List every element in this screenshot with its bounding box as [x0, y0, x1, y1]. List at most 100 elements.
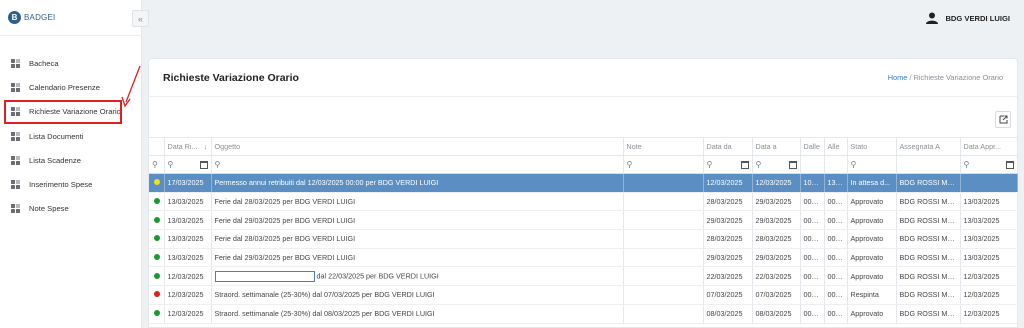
cell-data-richiesta: 13/03/2025	[164, 210, 212, 231]
user-icon[interactable]	[926, 12, 939, 24]
cell-oggetto: Straord. settimanale (25-30%) dal 08/03/…	[211, 304, 624, 324]
table-row[interactable]: 17/03/2025 Permesso annui retribuiti dal …	[149, 173, 1018, 193]
status-cell	[149, 266, 165, 287]
cell-data-da: 22/03/2025	[703, 266, 753, 287]
filter-data-richiesta[interactable]: ⚲	[164, 155, 212, 174]
logo-icon: B	[8, 11, 21, 24]
cell-data-da: 08/03/2025	[703, 304, 753, 324]
column-header-label: Alle	[827, 142, 840, 151]
column-header[interactable]: Data Appr...	[960, 137, 1018, 156]
filter-cell: ⚲	[149, 155, 165, 174]
cell-text: 29/03/2025	[755, 197, 792, 207]
filter-alle[interactable]	[824, 155, 848, 174]
filter-stato[interactable]: ⚲	[847, 155, 897, 174]
cell-alle: 00:00	[824, 192, 848, 212]
topbar: BDG VERDI LUIGI	[143, 0, 1024, 36]
cell-oggetto: dal 22/03/2025 per BDG VERDI LUIGI	[211, 266, 624, 287]
status-cell	[149, 173, 165, 193]
cell-text: Approvato	[850, 197, 884, 207]
brand[interactable]: B BADGEI	[0, 0, 141, 36]
cell-text: 00:00	[827, 197, 846, 207]
grid-icon	[11, 82, 21, 92]
sidebar-item-lista-documenti[interactable]: Lista Documenti	[0, 124, 141, 148]
cell-data-appr	[960, 173, 1018, 193]
sidebar-item-note-spese[interactable]: Note Spese	[0, 197, 141, 221]
cell-data-a: 22/03/2025	[752, 266, 801, 287]
status-cell	[149, 229, 165, 249]
calendar-icon[interactable]	[1005, 160, 1014, 169]
calendar-icon[interactable]	[788, 160, 797, 169]
filter-data-da[interactable]: ⚲	[703, 155, 753, 174]
export-icon	[999, 115, 1007, 124]
column-header-label: Assegnata A	[899, 142, 940, 151]
column-header-label: Note	[626, 142, 642, 151]
sort-icon[interactable]: ↓	[203, 142, 207, 151]
cell-text: 28/03/2025	[755, 234, 792, 244]
column-header[interactable]: Data a	[752, 137, 801, 156]
cell-stato: Approvato	[847, 229, 897, 249]
cell-data-appr: 12/03/2025	[960, 304, 1018, 324]
column-header[interactable]: Dalle	[800, 137, 825, 156]
cell-text: 12/03/2025	[963, 271, 1000, 281]
table-row[interactable]: 12/03/2025 Straord. settimanale (25-30%) …	[149, 285, 1018, 305]
breadcrumb-home-link[interactable]: Home	[888, 73, 908, 82]
table-row[interactable]: 13/03/2025 Ferie dal 29/03/2025 per BDG V…	[149, 248, 1018, 268]
cell-dalle: 00:00	[800, 285, 825, 305]
column-header-label: Data a	[755, 142, 777, 151]
table-row[interactable]: 13/03/2025 Ferie dal 28/03/2025 per BDG V…	[149, 192, 1018, 212]
column-header[interactable]: Data Ri... ↓	[164, 137, 212, 156]
calendar-icon[interactable]	[199, 160, 208, 169]
user-name[interactable]: BDG VERDI LUIGI	[945, 14, 1010, 23]
table-row[interactable]: 12/03/2025 Straord. settimanale (25-30%) …	[149, 304, 1018, 324]
cell-data-richiesta: 13/03/2025	[164, 229, 212, 249]
column-header[interactable]	[149, 137, 165, 156]
search-icon: ⚲	[167, 160, 174, 169]
cell-text: 13/03/2025	[963, 215, 1000, 225]
calendar-icon[interactable]	[740, 160, 749, 169]
cell-data-a: 29/03/2025	[752, 192, 801, 212]
column-header-label: Data da	[706, 142, 732, 151]
cell-assegnata: BDG ROSSI MA...	[896, 229, 961, 249]
cell-dalle: 10:00	[800, 173, 825, 193]
filter-data-a[interactable]: ⚲	[752, 155, 801, 174]
cell-data-appr: 12/03/2025	[960, 285, 1018, 305]
filter-note[interactable]: ⚲	[623, 155, 704, 174]
annotation-arrow-icon	[121, 65, 141, 108]
table-row[interactable]: 12/03/2025 dal 22/03/2025 per BDG VERDI L…	[149, 266, 1018, 287]
cell-stato: Approvato	[847, 210, 897, 231]
table-row[interactable]: 13/03/2025 Ferie dal 28/03/2025 per BDG V…	[149, 229, 1018, 249]
table-row[interactable]: 13/03/2025 Ferie dal 29/03/2025 per BDG V…	[149, 210, 1018, 231]
sidebar-item-richieste-variazione-orario[interactable]: Richieste Variazione Orario	[4, 99, 122, 124]
cell-data-a: 07/03/2025	[752, 285, 801, 305]
filter-oggetto[interactable]: ⚲	[211, 155, 624, 174]
cell-text: 12/03/2025	[963, 309, 1000, 319]
sidebar-item-lista-scadenze[interactable]: Lista Scadenze	[0, 148, 141, 172]
sidebar-item-label: Richieste Variazione Orario	[29, 107, 121, 117]
filter-search-icon[interactable]: ⚲	[152, 160, 161, 169]
filter-data-appr[interactable]: ⚲	[960, 155, 1018, 174]
cell-dalle: 00:00	[800, 229, 825, 249]
export-button[interactable]	[995, 111, 1011, 128]
cell-text: Approvato	[850, 253, 884, 263]
status-dot-icon	[154, 179, 160, 186]
cell-text: Respinta	[850, 290, 879, 300]
column-header[interactable]: Stato	[847, 137, 897, 156]
cell-assegnata: BDG ROSSI MA...	[896, 210, 961, 231]
cell-stato: Approvato	[847, 266, 897, 287]
column-header-label: Dalle	[803, 142, 820, 151]
cell-text: 13/03/2025	[963, 197, 1000, 207]
cell-dalle: 00:00	[800, 192, 825, 212]
column-header[interactable]: Alle	[824, 137, 848, 156]
cell-text: 08/03/2025	[755, 309, 792, 319]
filter-assegnata[interactable]	[896, 155, 961, 174]
column-header[interactable]: Oggetto	[211, 137, 624, 156]
cell-assegnata: BDG ROSSI MA...	[896, 285, 961, 305]
column-header[interactable]: Note	[623, 137, 704, 156]
status-cell	[149, 210, 165, 231]
column-header[interactable]: Data da	[703, 137, 753, 156]
sidebar-item-inserimento-spese[interactable]: Inserimento Spese	[0, 172, 141, 196]
cell-text: 10:00	[803, 178, 822, 188]
column-header[interactable]: Assegnata A	[896, 137, 961, 156]
filter-dalle[interactable]	[800, 155, 825, 174]
grid-icon	[11, 131, 21, 141]
